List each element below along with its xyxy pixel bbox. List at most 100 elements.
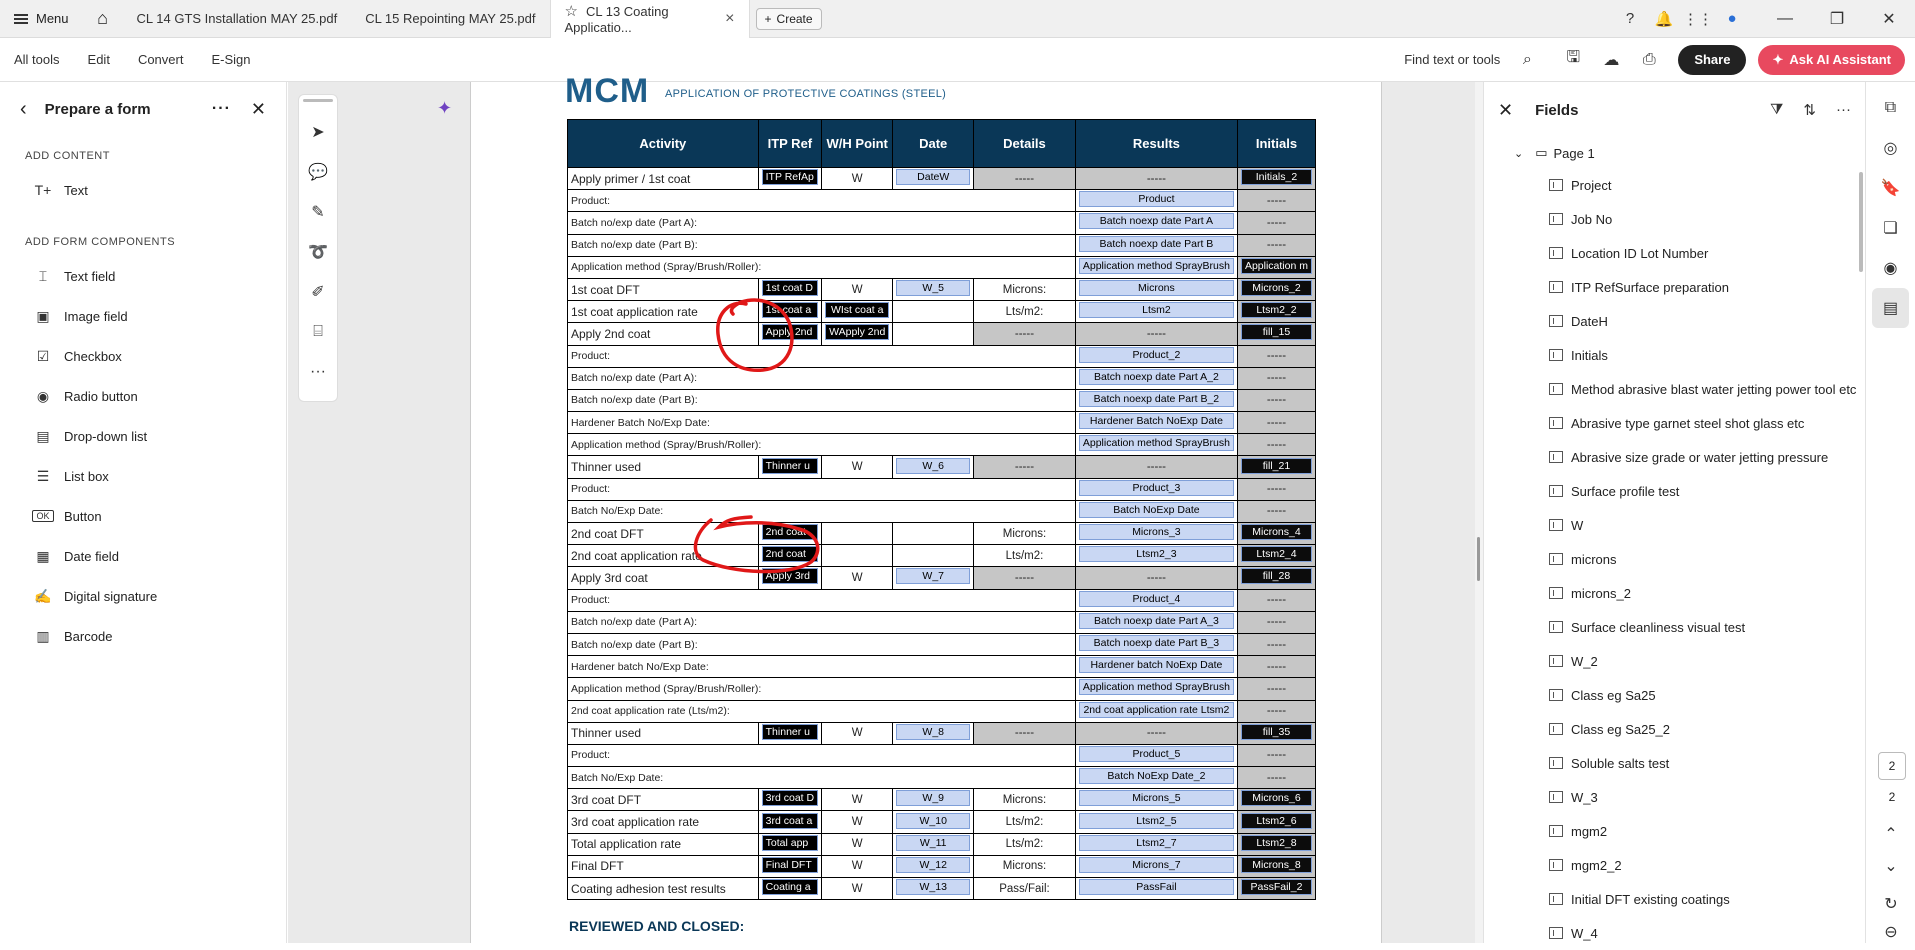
field-list-item[interactable]: mgm2_2	[1484, 848, 1865, 882]
more-options-icon[interactable]: ···	[212, 100, 231, 118]
results-field[interactable]: Application method SprayBrush	[1078, 435, 1234, 452]
initials-field[interactable]: Ltsm2_8	[1240, 834, 1312, 851]
form-fields-panel-icon[interactable]: ▤	[1872, 288, 1909, 328]
field-list-item[interactable]: Initial DFT existing coatings	[1484, 882, 1865, 916]
itp-ref-field[interactable]: 1st coat D	[761, 280, 819, 297]
initials-field[interactable]: Microns_2	[1240, 280, 1312, 297]
initials-field[interactable]: Microns_6	[1240, 790, 1312, 807]
upload-cloud-icon[interactable]: ☁	[1594, 44, 1628, 76]
itp-ref-field[interactable]: 1st coat a	[761, 302, 819, 319]
draw-tool-icon[interactable]: ✐	[299, 272, 337, 312]
field-list-item[interactable]: W_3	[1484, 780, 1865, 814]
field-list-item[interactable]: microns_2	[1484, 576, 1865, 610]
form-field-icon[interactable]: ⌸	[299, 312, 337, 352]
ask-ai-assistant-button[interactable]: ✦ Ask AI Assistant	[1758, 44, 1905, 75]
nav-convert[interactable]: Convert	[124, 38, 198, 82]
back-icon[interactable]: ‹	[20, 98, 27, 121]
results-field[interactable]: Microns_5	[1078, 790, 1234, 807]
results-field[interactable]: Batch noexp date Part B_3	[1078, 635, 1234, 652]
scrollbar[interactable]	[1859, 172, 1863, 272]
apps-grid-icon[interactable]: ⋮⋮	[1681, 10, 1715, 28]
results-field[interactable]: 2nd coat application rate Ltsm2	[1078, 701, 1234, 718]
text-field-item[interactable]: ⌶ Text field	[0, 256, 286, 296]
itp-ref-field[interactable]: Total app	[761, 834, 819, 851]
field-list-item[interactable]: microns	[1484, 542, 1865, 576]
results-field[interactable]: Batch NoExp Date_2	[1078, 768, 1234, 785]
date-field[interactable]: DateW	[896, 169, 971, 186]
results-field[interactable]: Batch noexp date Part B_2	[1078, 390, 1234, 407]
date-field[interactable]: W_6	[896, 457, 971, 474]
itp-ref-field[interactable]: Thinner u	[761, 723, 819, 740]
refresh-icon[interactable]: ↻	[1866, 894, 1915, 914]
notification-bell-icon[interactable]: 🔔	[1647, 10, 1681, 28]
image-field-item[interactable]: ▣ Image field	[0, 296, 286, 336]
close-panel-icon[interactable]: ✕	[251, 99, 266, 120]
digital-signature-item[interactable]: ✍ Digital signature	[0, 576, 286, 616]
results-field[interactable]: Application method SprayBrush	[1078, 679, 1234, 696]
help-icon[interactable]: ?	[1613, 10, 1647, 27]
results-field[interactable]: Batch noexp date Part A_3	[1078, 612, 1234, 629]
initials-field[interactable]: Initials_2	[1240, 169, 1312, 186]
star-icon[interactable]: ☆	[565, 3, 578, 20]
itp-ref-field[interactable]: ITP RefAp	[761, 169, 819, 186]
initials-field[interactable]: fill_15	[1240, 324, 1312, 341]
results-field[interactable]: Microns_7	[1078, 856, 1234, 873]
initials-field[interactable]: fill_21	[1240, 457, 1312, 474]
more-options-icon[interactable]: ···	[1836, 101, 1851, 119]
itp-ref-field[interactable]: Final DFT	[761, 856, 819, 873]
field-list-item[interactable]: W_2	[1484, 644, 1865, 678]
barcode-item[interactable]: ▥ Barcode	[0, 616, 286, 656]
results-field[interactable]: Product	[1078, 191, 1234, 208]
wh-point-field[interactable]: WIst coat a	[825, 302, 890, 319]
results-field[interactable]: Hardener batch NoExp Date	[1078, 657, 1234, 674]
ai-panel-icon[interactable]: ⧉	[1866, 88, 1915, 128]
filter-icon[interactable]: ⧩	[1770, 101, 1783, 119]
save-icon[interactable]: 🖫	[1556, 44, 1590, 76]
field-list-item[interactable]: Job No	[1484, 202, 1865, 236]
results-field[interactable]: Product_5	[1078, 745, 1234, 762]
field-list-item[interactable]: Surface profile test	[1484, 474, 1865, 508]
nav-edit[interactable]: Edit	[74, 38, 124, 82]
tab-cl15[interactable]: CL 15 Repointing MAY 25.pdf	[351, 0, 549, 38]
itp-ref-field[interactable]: 3rd coat D	[761, 790, 819, 807]
comment-panel-icon[interactable]: ◎	[1866, 128, 1915, 168]
menu-button[interactable]: Menu	[0, 0, 83, 38]
field-list-item[interactable]: W_4	[1484, 916, 1865, 950]
field-list-item[interactable]: Abrasive size grade or water jetting pre…	[1484, 440, 1865, 474]
tab-cl13-active[interactable]: ☆ CL 13 Coating Applicatio... ×	[549, 0, 750, 38]
close-window-icon[interactable]: ✕	[1863, 9, 1915, 29]
tab-cl14[interactable]: CL 14 GTS Installation MAY 25.pdf	[123, 0, 352, 38]
results-field[interactable]: Hardener Batch NoExp Date	[1078, 413, 1234, 430]
date-field[interactable]: W_5	[896, 280, 971, 297]
close-tab-icon[interactable]: ×	[725, 10, 734, 28]
page-down-icon[interactable]: ⌄	[1866, 856, 1915, 876]
field-list-item[interactable]: Class eg Sa25_2	[1484, 712, 1865, 746]
field-list-item[interactable]: Method abrasive blast water jetting powe…	[1484, 372, 1865, 406]
button-item[interactable]: OK Button	[0, 496, 286, 536]
more-tools-icon[interactable]: ···	[299, 352, 337, 392]
results-field[interactable]: Batch NoExp Date	[1078, 501, 1234, 518]
print-icon[interactable]: ⎙	[1632, 44, 1666, 76]
layers-icon[interactable]: ◉	[1866, 248, 1915, 288]
date-field[interactable]: W_9	[896, 790, 971, 807]
results-field[interactable]: Ltsm2_7	[1078, 834, 1234, 851]
field-list-item[interactable]: Initials	[1484, 338, 1865, 372]
create-button[interactable]: + Create	[755, 7, 822, 30]
field-list-item[interactable]: Class eg Sa25	[1484, 678, 1865, 712]
results-field[interactable]: Ltsm2_5	[1078, 812, 1234, 829]
itp-ref-field[interactable]: 3rd coat a	[761, 812, 819, 829]
add-text-item[interactable]: T+ Text	[0, 170, 286, 210]
sort-az-icon[interactable]: ⇅	[1803, 101, 1816, 119]
date-field[interactable]: W_8	[896, 723, 971, 740]
initials-field[interactable]: Ltsm2_2	[1240, 302, 1312, 319]
itp-ref-field[interactable]: 2nd coat	[761, 546, 819, 563]
date-field[interactable]: W_13	[896, 879, 971, 896]
nav-all-tools[interactable]: All tools	[0, 38, 74, 82]
initials-field[interactable]: Ltsm2_6	[1240, 812, 1312, 829]
results-field[interactable]: Batch noexp date Part B	[1078, 235, 1234, 252]
field-list-item[interactable]: Location ID Lot Number	[1484, 236, 1865, 270]
field-list-item[interactable]: mgm2	[1484, 814, 1865, 848]
chevron-down-icon[interactable]: ⌄	[1514, 147, 1523, 160]
results-field[interactable]: Product_3	[1078, 479, 1234, 496]
itp-ref-field[interactable]: Apply 3rd	[761, 568, 819, 585]
